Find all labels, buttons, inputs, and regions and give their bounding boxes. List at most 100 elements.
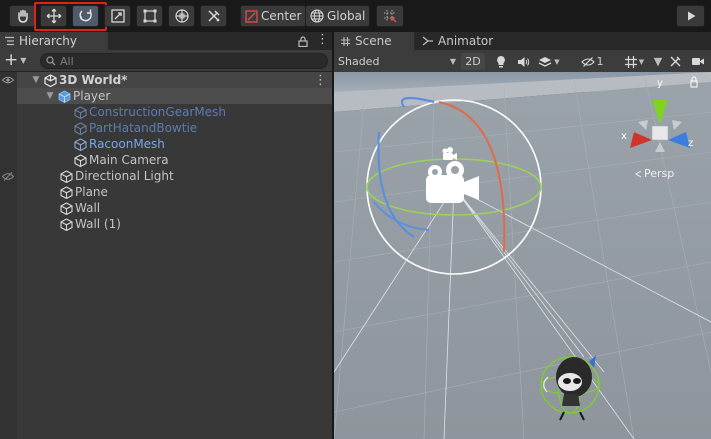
gameobject-cube-icon [59,169,73,183]
hierarchy-item-label: PartHatandBowtie [89,121,198,135]
scene-render: y x z Persp [334,72,711,439]
scene-visibility-toggle[interactable]: 1 [568,53,616,70]
tools-icon [670,56,680,67]
more-options-icon[interactable]: ⋮ [316,32,329,48]
scale-tool-button[interactable] [104,5,131,27]
unity-scene-icon [43,73,57,87]
hand-tool-button[interactable] [9,5,36,27]
gameobject-cube-icon [73,105,87,119]
search-placeholder: All [60,54,74,68]
hidden-count-label: 1 [596,55,604,68]
hierarchy-item-racoonmesh[interactable]: RacoonMesh [17,136,332,152]
projection-text: Persp [644,167,674,180]
scale-icon [110,9,125,23]
light-bulb-icon [497,56,505,68]
tools-settings-button[interactable] [666,53,684,70]
hierarchy-item-label: Wall [75,201,101,215]
hierarchy-item-label: Player [73,89,111,103]
tab-animator[interactable]: Animator [416,32,506,50]
hierarchy-tab-label: Hierarchy [19,34,78,48]
hand-icon [17,9,28,23]
pivot-mode-label: Center [261,9,302,23]
chevron-down-icon: ▼ [638,57,645,66]
rotate-icon [79,9,92,22]
hierarchy-item-constructiongearmesh[interactable]: ConstructionGearMesh [17,104,332,120]
lighting-toggle[interactable] [492,53,510,70]
play-button[interactable] [676,5,705,27]
scene-panel: Scene Animator Shaded ▼ 2D ▼ 1 ▼ ▼ y x z… [334,32,711,439]
camera-settings-button[interactable] [688,53,708,70]
gameobject-cube-icon [73,137,87,151]
hierarchy-item-label: Directional Light [75,169,174,183]
prefab-cube-icon [57,89,71,103]
axis-label-y: y [657,78,663,89]
list-icon [5,36,14,46]
move-tool-button[interactable] [40,5,67,27]
scene-tabbar: Scene Animator [334,32,711,50]
hierarchy-search-input[interactable]: All [40,53,328,69]
video-camera-icon [692,58,704,65]
hierarchy-tab[interactable]: Hierarchy [0,32,108,50]
tab-scene[interactable]: Scene [334,32,414,50]
expand-arrow-icon[interactable]: ▼ [31,75,41,85]
hidden-objects-icon [580,56,595,67]
scene-more-icon[interactable]: ⋮ [314,73,327,88]
animator-icon [422,36,433,46]
hierarchy-item-wall[interactable]: Wall [17,200,332,216]
effects-dropdown[interactable]: ▼ [536,53,562,70]
chevron-down-icon: ▼ [554,57,560,66]
move-icon [46,8,61,24]
rect-tool-button[interactable] [136,5,163,27]
gameobject-cube-icon [59,185,73,199]
scene-name-label: 3D World* [59,73,128,87]
tab-scene-label: Scene [355,34,392,48]
scene-toolbar: Shaded ▼ 2D ▼ 1 ▼ ▼ [334,50,711,72]
space-mode-button[interactable]: Global [305,5,371,27]
shading-mode-dropdown[interactable]: Shaded ▼ [338,53,456,70]
lock-icon[interactable] [298,36,308,47]
hierarchy-item-plane[interactable]: Plane [17,184,332,200]
gameobject-cube-icon [73,153,87,167]
custom-tools-icon [207,10,220,22]
audio-toggle[interactable] [514,53,532,70]
scene-viewport[interactable]: y x z Persp [334,72,711,439]
custom-tools-button[interactable] [200,5,227,27]
chevron-down-icon: ▼ [20,56,27,65]
toggle-2d-button[interactable]: 2D [461,53,485,70]
gameobject-cube-icon [59,201,73,215]
pivot-mode-button[interactable]: Center [240,5,307,27]
toggle-2d-label: 2D [465,55,481,68]
visibility-gutter [0,72,17,439]
rect-transform-icon [143,9,156,23]
hierarchy-item-directional-light[interactable]: Directional Light [17,168,332,184]
create-dropdown[interactable]: + ▼ [4,52,26,69]
hidden-eye-icon[interactable] [2,172,14,181]
grid-visibility-dropdown[interactable]: ▼ [620,53,648,70]
hierarchy-item-parthatandbowtie[interactable]: PartHatandBowtie [17,120,332,136]
hierarchy-item-player[interactable]: ▼ Player [17,88,332,104]
globe-icon [310,9,324,23]
play-icon [687,11,695,21]
scene-root-row[interactable]: ▼ 3D World* ⋮ [17,72,332,88]
hierarchy-item-label: Main Camera [89,153,169,167]
hierarchy-item-label: Plane [75,185,108,199]
search-icon [46,56,56,66]
grid-snapping-button[interactable] [376,5,404,27]
gameobject-cube-icon [59,217,73,231]
grid-snap-icon [384,10,397,23]
shading-mode-label: Shaded [338,55,380,68]
main-toolbar: Center Global [0,0,711,32]
hierarchy-item-main-camera[interactable]: Main Camera [17,152,332,168]
axis-label-z: z [688,138,693,149]
visibility-eye-icon[interactable] [2,76,14,84]
expand-arrow-icon[interactable]: ▼ [45,91,55,101]
grid-icon [624,55,637,68]
transform-tool-button[interactable] [168,5,195,27]
transform-icon [174,9,189,23]
rotate-tool-button[interactable] [72,5,99,27]
effects-layers-icon [539,56,552,67]
hierarchy-item-label: RacoonMesh [89,137,165,151]
add-icon: + [4,50,19,70]
chevron-down-icon: ▼ [449,57,456,66]
hierarchy-item-wall-1[interactable]: Wall (1) [17,216,332,232]
